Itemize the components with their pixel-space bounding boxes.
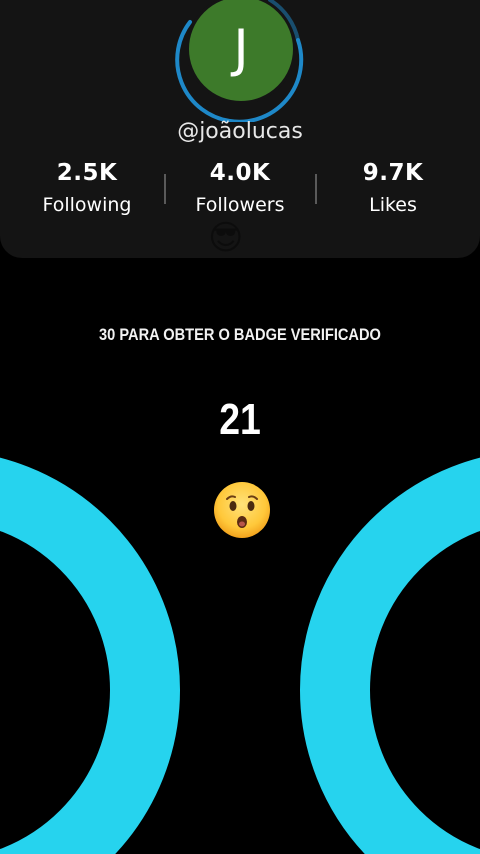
divider (164, 174, 166, 204)
username: @joãolucas (177, 119, 303, 144)
divider (315, 174, 317, 204)
stat-value: 2.5K (56, 160, 118, 186)
avatar-letter: J (233, 19, 249, 79)
stat-label: Likes (369, 194, 417, 216)
counter: 21 (219, 395, 261, 444)
profile-card: J @joãolucas 2.5K Following 4.0K Followe… (0, 0, 480, 258)
stat-value: 9.7K (362, 160, 424, 186)
decorative-rings (0, 457, 480, 854)
stat-label: Followers (195, 194, 285, 216)
stat-likes[interactable]: 9.7K Likes (323, 160, 463, 216)
left-ring (0, 457, 180, 854)
stat-value: 4.0K (209, 160, 271, 186)
stat-label: Following (42, 194, 132, 216)
stat-followers[interactable]: 4.0K Followers (170, 160, 310, 216)
stat-following[interactable]: 2.5K Following (17, 160, 157, 216)
screen: J @joãolucas 2.5K Following 4.0K Followe… (0, 0, 480, 854)
goal-text: 30 PARA OBTER O BADGE VERIFICADO (99, 325, 381, 344)
right-ring (300, 457, 480, 854)
sunglasses-face-icon: 😎 (208, 218, 244, 258)
